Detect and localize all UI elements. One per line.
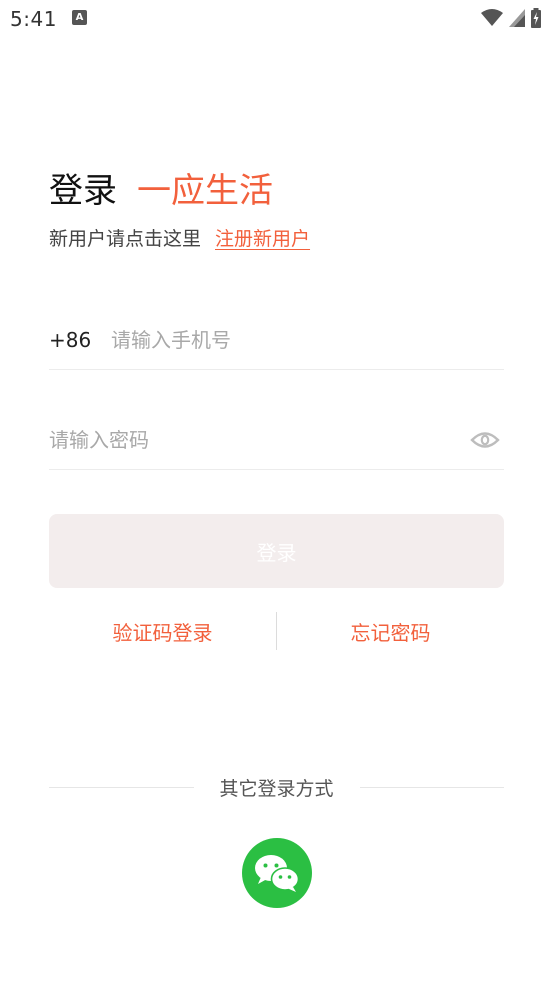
status-icons [481, 8, 541, 28]
signal-icon [509, 9, 525, 27]
wifi-icon [481, 9, 503, 26]
status-bar: 5:41 A [0, 0, 553, 38]
divider-line-left [49, 786, 194, 788]
wechat-icon [255, 855, 300, 892]
login-screen: 5:41 A 登录 一应生活 新用户请点击这里 注册新用户 +86 请输入手机号… [0, 0, 553, 984]
wechat-login-button[interactable] [242, 838, 312, 908]
phone-input[interactable] [111, 319, 504, 360]
page-title: 登录 一应生活 [49, 163, 273, 212]
title-brand: 一应生活 [137, 171, 273, 211]
login-button[interactable]: 登录 [49, 514, 504, 588]
register-prompt-text: 新用户请点击这里 [49, 228, 202, 250]
sms-login-link[interactable]: 验证码登录 [49, 617, 276, 646]
other-login-label: 其它登录方式 [219, 777, 334, 800]
register-prompt: 新用户请点击这里 注册新用户 [49, 224, 310, 251]
register-link[interactable]: 注册新用户 [215, 224, 310, 251]
divider-line-right [359, 786, 505, 788]
title-login: 登录 [49, 171, 117, 211]
country-code[interactable]: +86 [49, 328, 111, 352]
status-time: 5:41 [10, 7, 57, 31]
eye-icon[interactable] [470, 429, 500, 451]
forgot-password-link[interactable]: 忘记密码 [277, 617, 504, 646]
notification-a-icon: A [72, 10, 87, 25]
other-login-divider: 其它登录方式 [49, 772, 505, 802]
password-field [49, 410, 504, 470]
phone-field: +86 [49, 310, 504, 370]
alt-links: 验证码登录 忘记密码 [49, 612, 504, 650]
battery-charging-icon [531, 8, 541, 28]
password-input[interactable] [49, 419, 470, 460]
